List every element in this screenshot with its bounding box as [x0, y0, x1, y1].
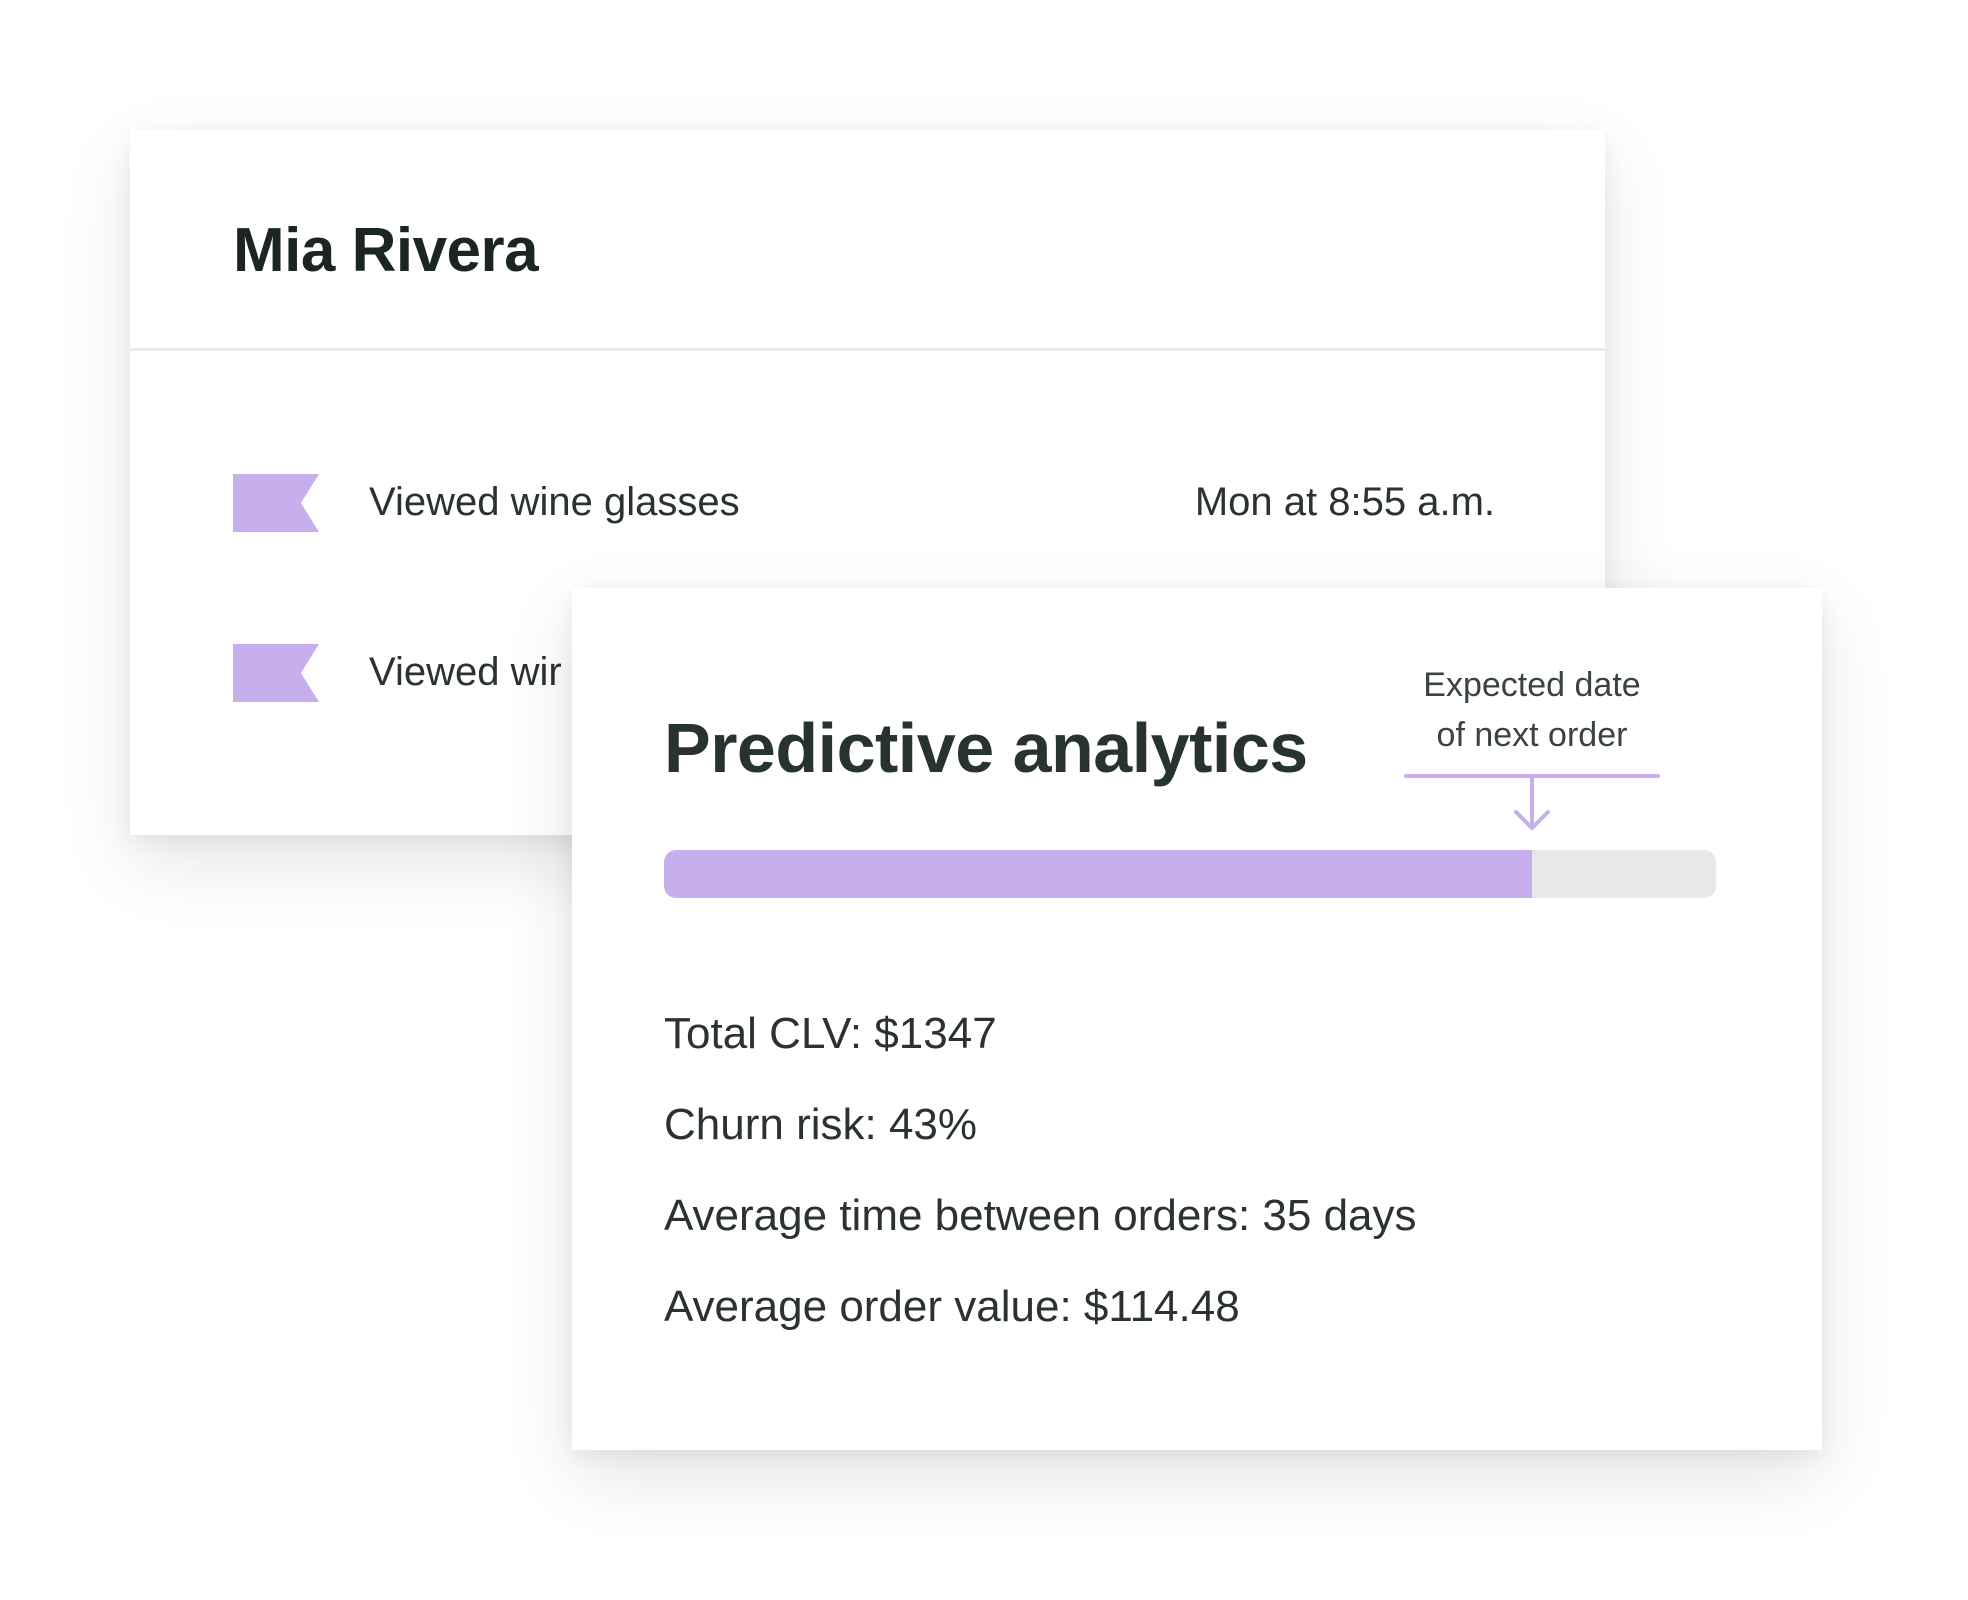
activity-label: Viewed wir — [369, 650, 562, 694]
activity-timestamp: Mon at 8:55 a.m. — [1194, 480, 1495, 524]
avg-order-value-metric: Average order value: $114.48 — [664, 1282, 1240, 1331]
flag-icon — [233, 644, 319, 702]
predictive-analytics-card: Predictive analytics Expected date of ne… — [572, 588, 1822, 1450]
expected-next-order-label: Expected date of next order — [1402, 660, 1662, 760]
flag-icon — [233, 474, 319, 532]
avg-time-between-orders-metric: Average time between orders: 35 days — [664, 1191, 1417, 1240]
flag-shape — [233, 474, 319, 532]
customer-name: Mia Rivera — [233, 216, 539, 285]
analytics-title: Predictive analytics — [664, 709, 1308, 787]
expected-label-line-1: Expected date — [1423, 666, 1641, 704]
down-arrow-icon — [1404, 774, 1660, 830]
progress-fill — [664, 850, 1532, 898]
expected-label-line-2: of next order — [1436, 716, 1628, 754]
total-clv-metric: Total CLV: $1347 — [664, 1009, 997, 1058]
churn-risk-metric: Churn risk: 43% — [664, 1100, 978, 1149]
profile-header: Mia Rivera — [130, 130, 1605, 351]
flag-shape — [233, 644, 319, 702]
metrics-list: Total CLV: $1347 Churn risk: 43% Average… — [664, 988, 1417, 1352]
activity-item[interactable]: Viewed wine glasses Mon at 8:55 a.m. — [233, 470, 1495, 534]
activity-label: Viewed wine glasses — [369, 480, 740, 524]
next-order-progress-bar — [664, 850, 1716, 898]
